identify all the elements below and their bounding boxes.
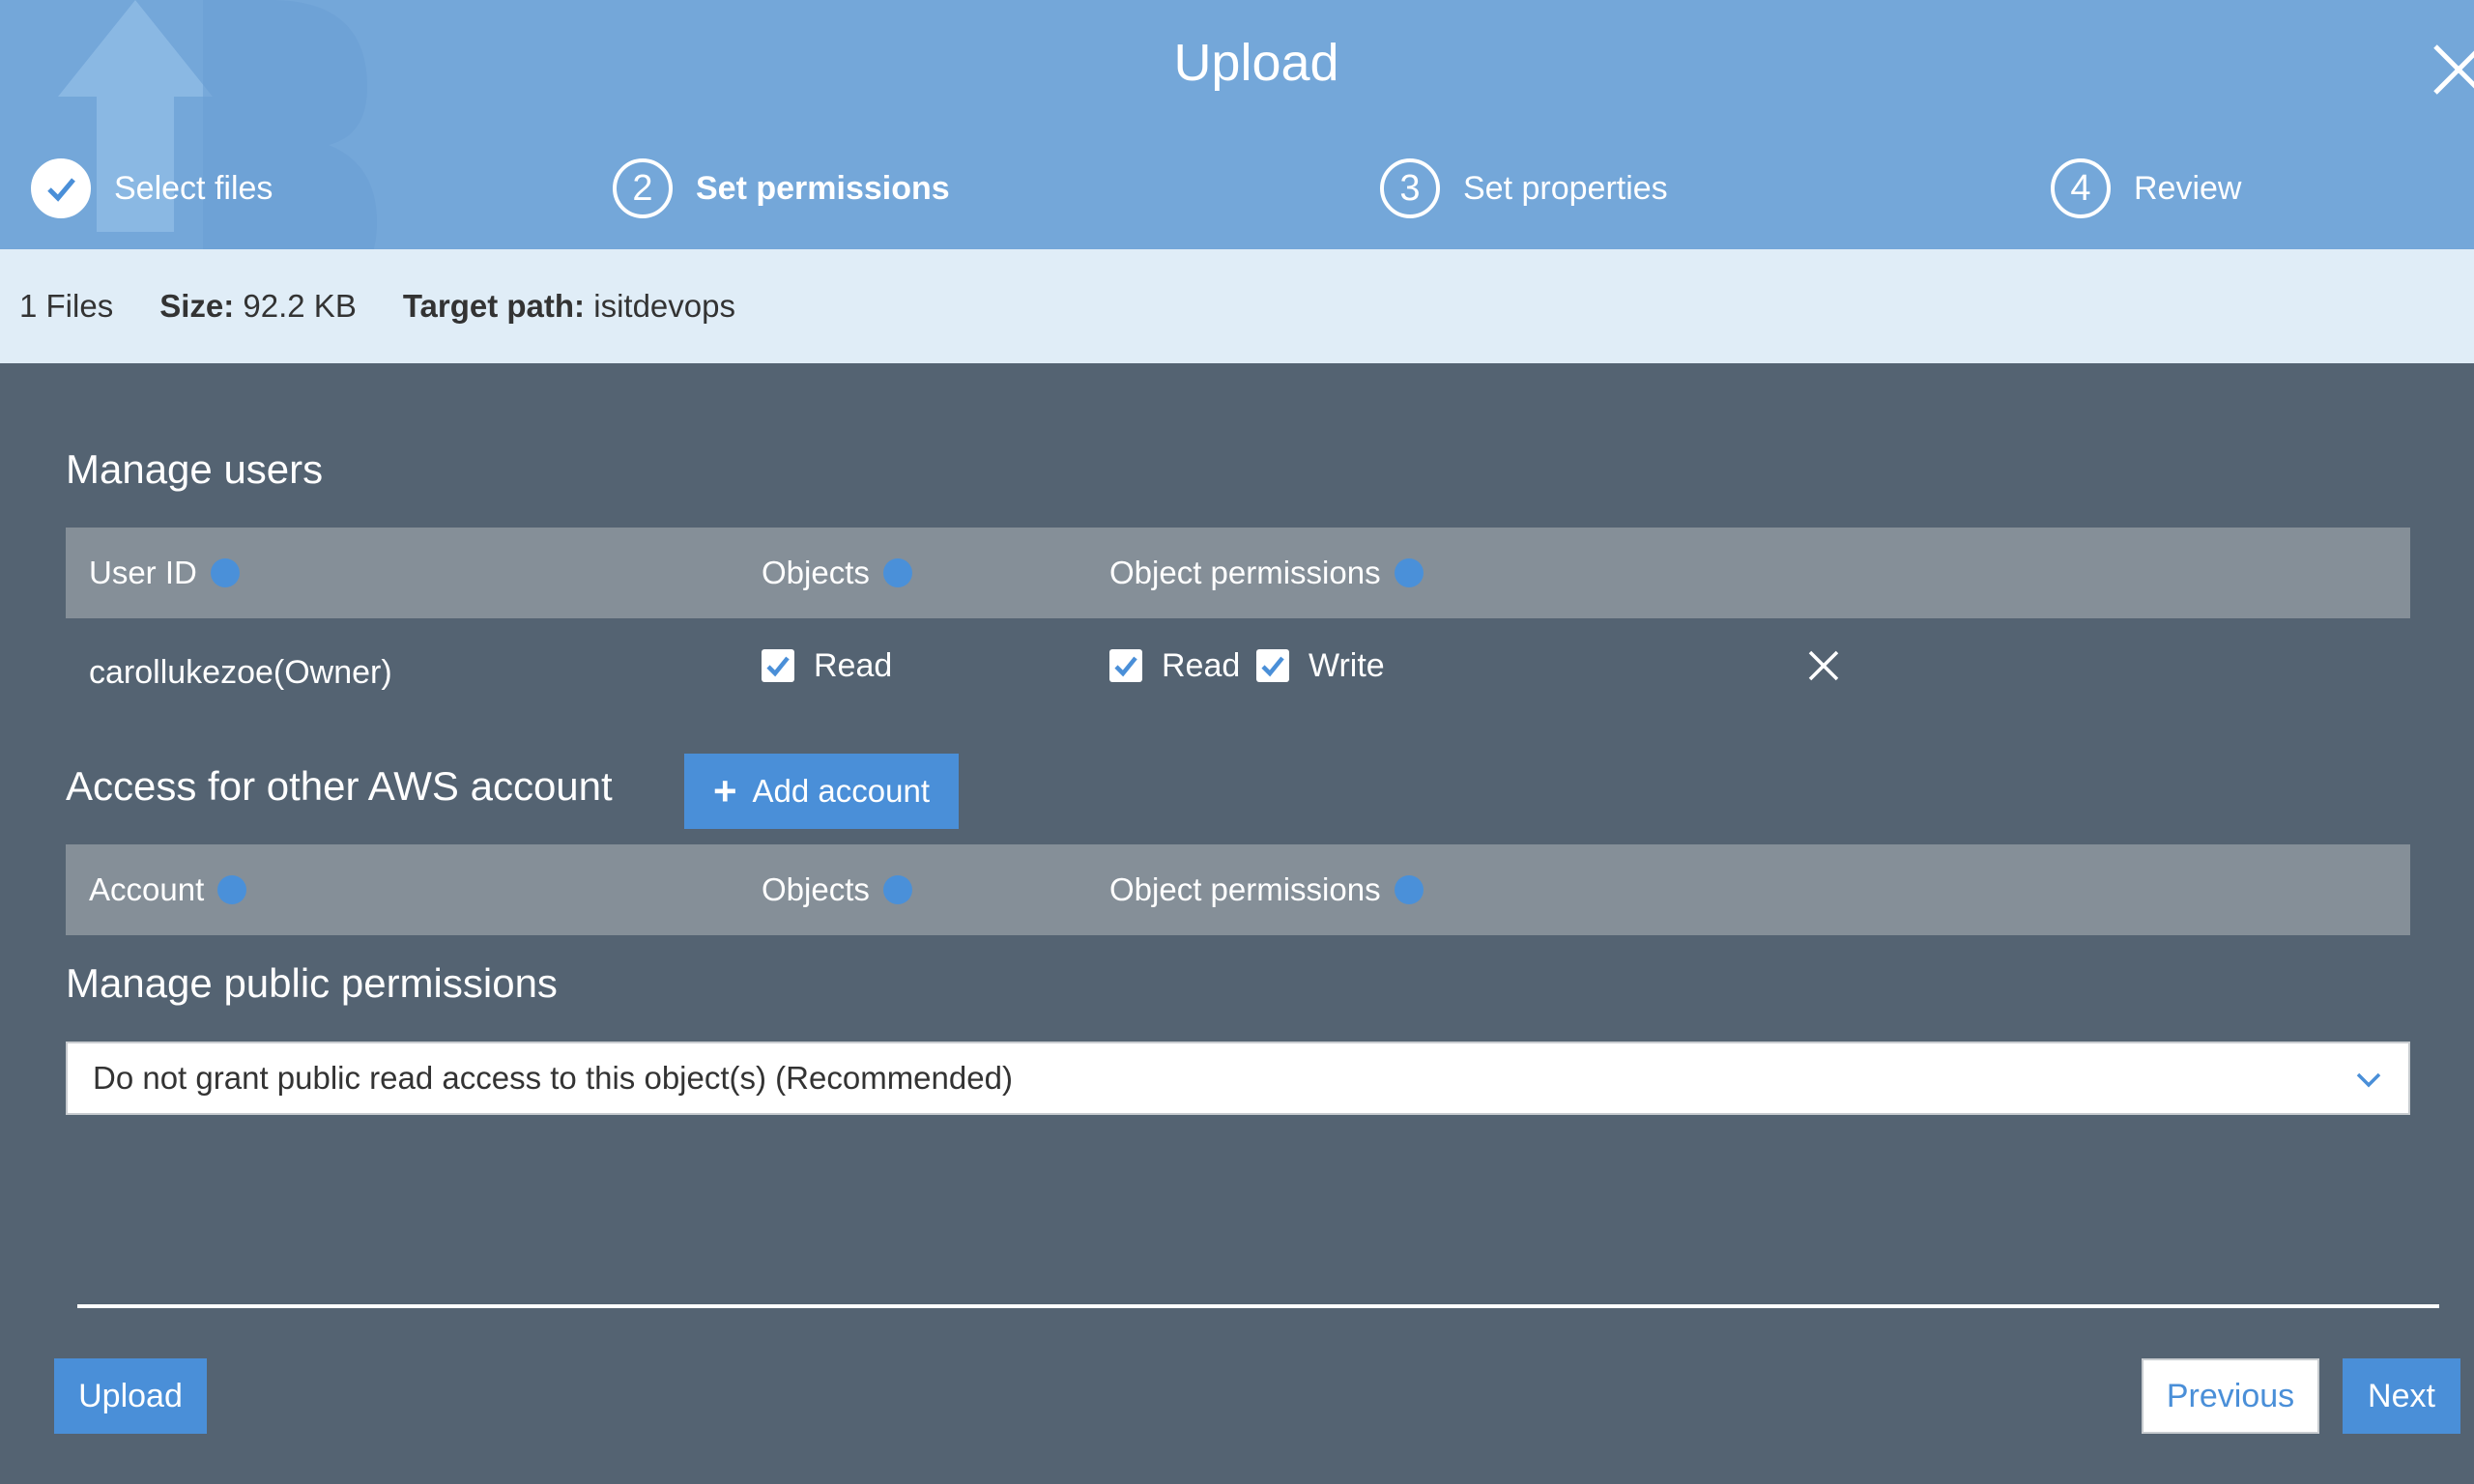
public-permissions-heading: Manage public permissions [66,960,558,1006]
step-label: Set properties [1463,169,1668,207]
user-id-cell: carollukezoe(Owner) [89,653,392,691]
dialog-title: Upload [1173,34,1339,92]
step-number: 4 [2051,158,2111,218]
chevron-down-icon [2356,1072,2381,1088]
upload-summary-bar: 1 Files Size: 92.2 KB Target path: isitd… [0,249,2474,363]
other-accounts-heading: Access for other AWS account [66,763,613,809]
column-user-id: User ID i [89,528,240,618]
previous-button[interactable]: Previous [2142,1358,2319,1434]
step-number: 2 [613,158,673,218]
check-circle-icon [31,158,91,218]
column-objects: Objects i [762,844,912,935]
target-path: Target path: isitdevops [402,288,735,324]
step-label: Select files [114,169,273,207]
column-account: Account i [89,844,247,935]
add-account-button[interactable]: + Add account [684,754,959,829]
users-table-header: User ID i Objects i Object permissions i [66,528,2410,618]
step-select-files[interactable]: Select files [31,157,273,220]
select-value: Do not grant public read access to this … [93,1060,1013,1096]
column-objects: Objects i [762,528,912,618]
step-set-properties[interactable]: 3 Set properties [1380,157,1668,220]
accounts-table-header: Account i Objects i Object permissions i [66,844,2410,935]
checkbox-checked-icon[interactable] [1256,649,1289,682]
public-access-select[interactable]: Do not grant public read access to this … [66,1042,2410,1115]
info-icon[interactable]: i [210,558,240,587]
info-icon[interactable]: i [217,875,247,904]
step-label: Set permissions [696,169,950,207]
info-icon[interactable]: i [882,558,912,587]
info-icon[interactable]: i [882,875,912,904]
permissions-read-checkbox[interactable]: Read [1109,642,1240,689]
info-icon[interactable]: i [1394,558,1424,587]
manage-users-heading: Manage users [66,446,324,492]
step-number: 3 [1380,158,1440,218]
info-icon[interactable]: i [1394,875,1424,904]
step-review[interactable]: 4 Review [2051,157,2241,220]
close-icon[interactable] [2431,43,2474,97]
plus-icon: + [713,768,737,813]
upload-header: Upload Select files 2 Set permissions 3 … [0,0,2474,249]
next-button[interactable]: Next [2343,1358,2460,1434]
upload-button[interactable]: Upload [54,1358,207,1434]
column-object-permissions: Object permissions i [1109,528,1424,618]
permissions-write-checkbox[interactable]: Write [1256,642,1385,689]
remove-user-icon[interactable] [1807,649,1840,682]
step-label: Review [2134,169,2242,207]
file-size: Size: 92.2 KB [159,288,357,324]
checkbox-checked-icon[interactable] [762,649,794,682]
checkbox-checked-icon[interactable] [1109,649,1142,682]
file-count: 1 Files [19,288,114,324]
objects-read-checkbox[interactable]: Read [762,642,892,689]
step-set-permissions[interactable]: 2 Set permissions [613,157,950,220]
divider [77,1304,2439,1308]
column-object-permissions: Object permissions i [1109,844,1424,935]
